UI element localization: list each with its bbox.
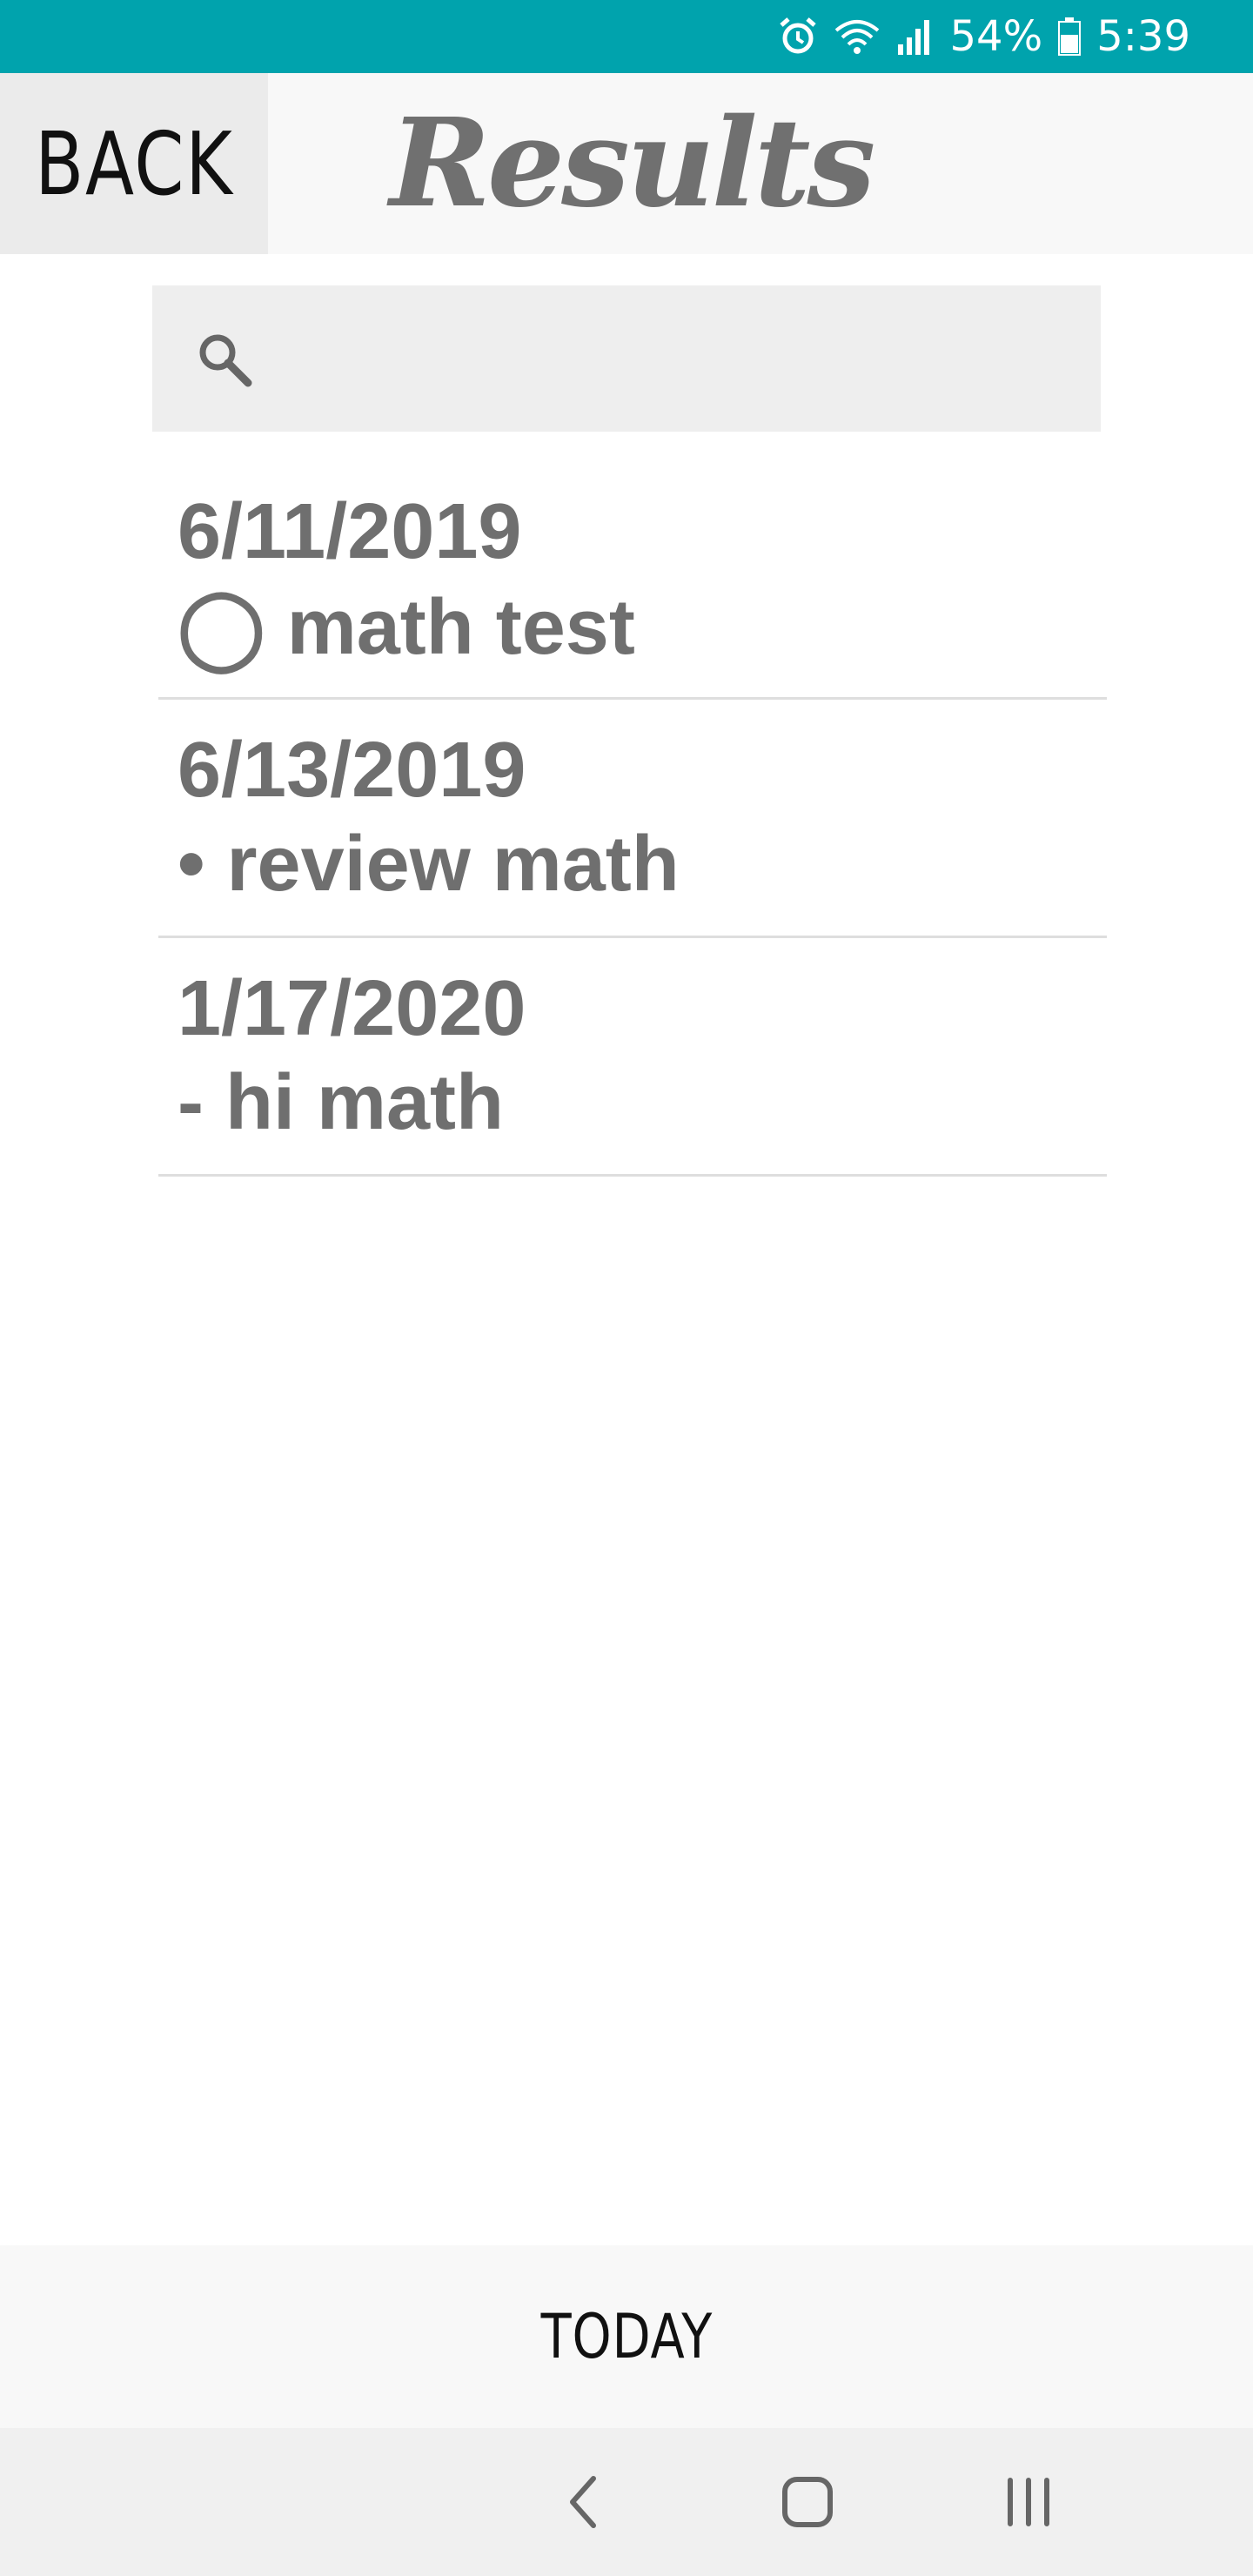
result-date: 6/13/2019 bbox=[178, 727, 526, 814]
back-nav-icon[interactable] bbox=[550, 2467, 620, 2537]
results-list: 6/11/2019 ◯ math test 6/13/2019 • review… bbox=[158, 461, 1107, 1177]
result-note: - hi math bbox=[178, 1059, 504, 1146]
today-button-label: TODAY bbox=[540, 2301, 713, 2372]
navigation-bar bbox=[0, 2428, 1253, 2576]
result-note: • review math bbox=[178, 821, 680, 908]
wifi-icon bbox=[834, 17, 881, 57]
list-item[interactable]: 6/11/2019 ◯ math test bbox=[158, 461, 1107, 700]
search-icon bbox=[194, 329, 255, 394]
page-title: Results bbox=[389, 92, 876, 235]
recents-nav-icon[interactable] bbox=[994, 2467, 1063, 2537]
alarm-icon bbox=[778, 17, 818, 57]
signal-icon bbox=[896, 17, 935, 57]
result-date: 1/17/2020 bbox=[178, 965, 526, 1052]
clock-time: 5:39 bbox=[1096, 12, 1190, 61]
result-note: ◯ math test bbox=[178, 584, 635, 671]
result-date: 6/11/2019 bbox=[178, 488, 522, 575]
list-item[interactable]: 1/17/2020 - hi math bbox=[158, 938, 1107, 1177]
battery-percent: 54% bbox=[949, 12, 1043, 61]
status-icons: 54% 5:39 bbox=[778, 0, 1190, 73]
status-bar: 54% 5:39 bbox=[0, 0, 1253, 73]
today-button[interactable]: TODAY bbox=[0, 2245, 1253, 2428]
search-box[interactable] bbox=[152, 285, 1101, 433]
home-nav-icon[interactable] bbox=[773, 2467, 842, 2537]
back-button-label: BACK bbox=[34, 112, 234, 215]
search-input[interactable] bbox=[274, 285, 1087, 433]
back-button[interactable]: BACK bbox=[0, 73, 268, 254]
list-item[interactable]: 6/13/2019 • review math bbox=[158, 700, 1107, 938]
battery-icon bbox=[1058, 17, 1082, 56]
header: BACK Results bbox=[0, 73, 1253, 254]
